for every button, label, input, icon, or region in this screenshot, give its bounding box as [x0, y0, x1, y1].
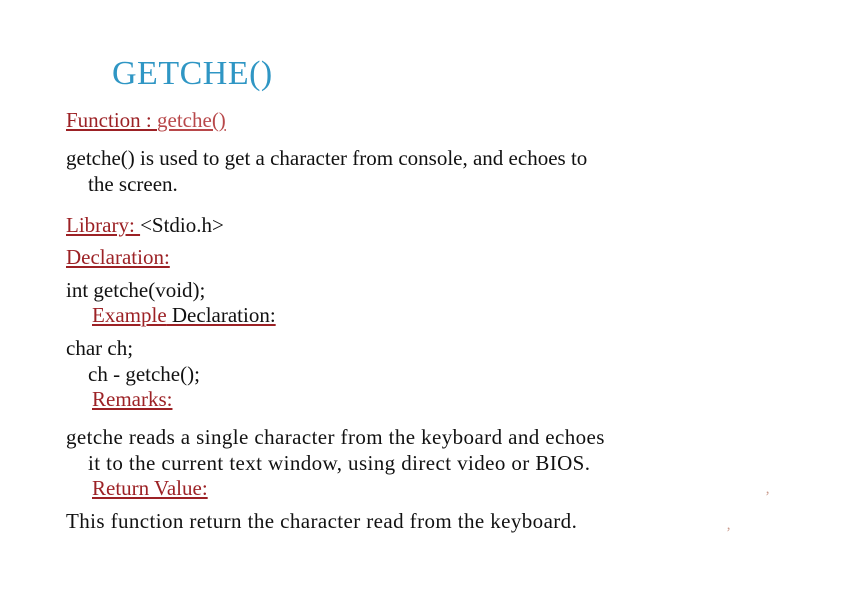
- function-name: getche(): [157, 108, 226, 132]
- declaration-code: int getche(void);: [66, 278, 206, 302]
- example-label: Example: [92, 303, 167, 327]
- return-value-row: Return Value:: [66, 476, 766, 501]
- slide-canvas: GETCHE() Function : getche() getche() is…: [0, 0, 842, 595]
- library-row: Library: <Stdio.h>: [66, 213, 766, 238]
- remarks-line-1: getche reads a single character from the…: [66, 425, 605, 449]
- library-value: <Stdio.h>: [140, 213, 224, 237]
- example-code-line-1: char ch;: [66, 336, 134, 360]
- example-declaration-label: Declaration:: [166, 303, 276, 327]
- function-heading-row: Function : getche(): [66, 108, 766, 133]
- declaration-label: Declaration:: [66, 245, 170, 269]
- library-label: Library:: [66, 213, 141, 237]
- slide-body: Function : getche() getche() is used to …: [66, 108, 766, 534]
- description-line-2: the screen.: [88, 172, 178, 196]
- description-line-1: getche() is used to get a character from…: [66, 146, 588, 170]
- page-title: GETCHE(): [112, 55, 273, 92]
- function-label: Function :: [66, 108, 158, 132]
- return-value-text: This function return the character read …: [66, 509, 578, 533]
- stray-apostrophe-mark-lower: ’: [726, 525, 731, 541]
- remarks-row: Remarks:: [66, 387, 766, 412]
- example-declaration-row: Example Declaration:: [66, 303, 766, 328]
- remarks-line-2: it to the current text window, using dir…: [88, 451, 591, 475]
- example-code-line-2: ch - getche();: [88, 362, 200, 386]
- remarks-label: Remarks:: [92, 387, 173, 411]
- return-value-label: Return Value:: [92, 476, 208, 500]
- declaration-row: Declaration:: [66, 245, 766, 270]
- stray-apostrophe-mark-upper: ’: [765, 489, 770, 505]
